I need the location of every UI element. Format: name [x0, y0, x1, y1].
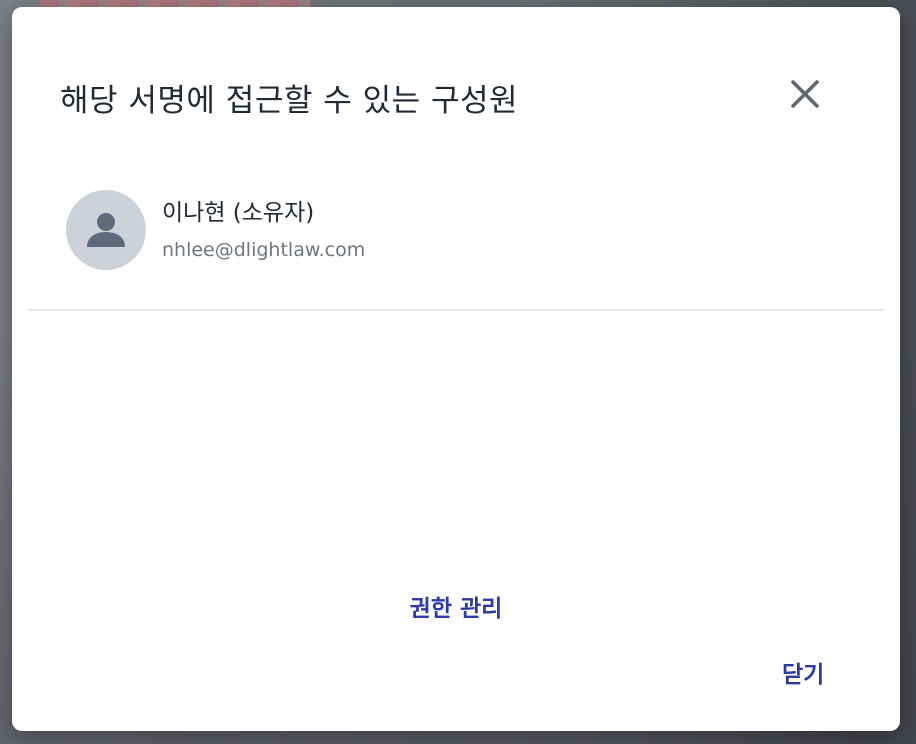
close-button[interactable]: 닫기 — [776, 651, 830, 693]
close-icon — [791, 80, 819, 108]
member-email: nhlee@dlightlaw.com — [162, 239, 366, 261]
manage-permissions-area: 권한 관리 — [12, 589, 900, 623]
close-dialog-button[interactable] — [782, 71, 828, 117]
dialog-title: 해당 서명에 접근할 수 있는 구성원 — [60, 83, 519, 119]
manage-permissions-button[interactable]: 권한 관리 — [402, 592, 511, 626]
member-list-item: 이나현 (소유자) nhlee@dlightlaw.com — [28, 167, 884, 311]
avatar — [66, 190, 146, 270]
signature-access-dialog: 해당 서명에 접근할 수 있는 구성원 이나현 (소유자) nhlee@dlig… — [12, 7, 900, 731]
person-icon — [87, 213, 125, 247]
member-name: 이나현 (소유자) — [162, 200, 315, 226]
